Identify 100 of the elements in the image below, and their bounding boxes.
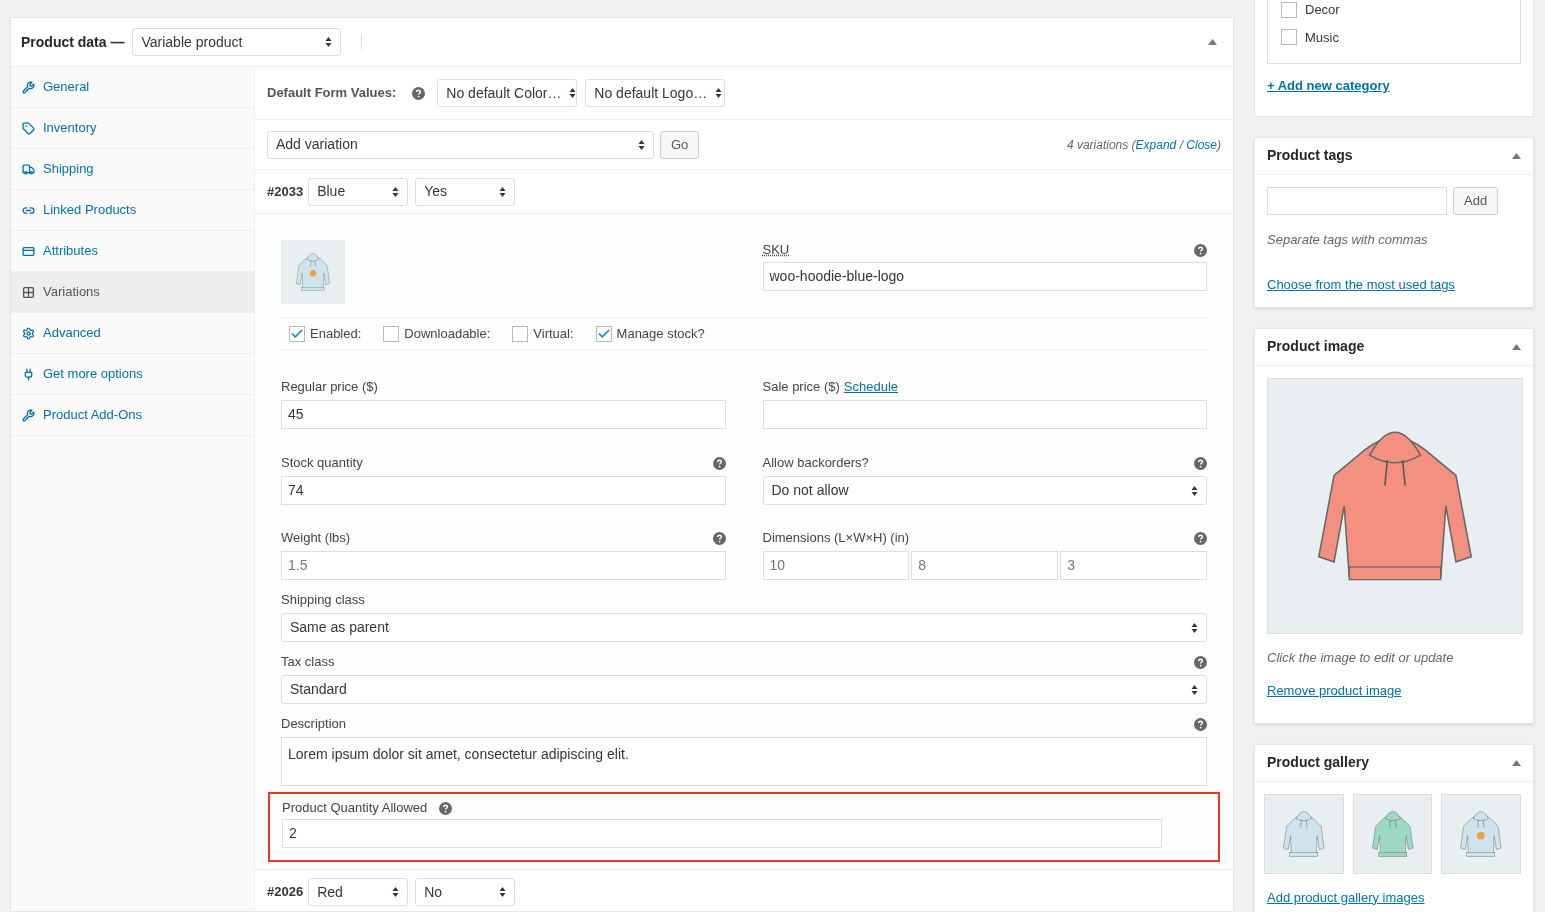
select-field[interactable]: No default Logo…	[585, 79, 726, 107]
tag-input-field[interactable]	[1267, 186, 1447, 215]
checkbox[interactable]	[595, 325, 612, 342]
sidebar-tab[interactable]: General	[11, 67, 254, 108]
input-field[interactable]: 45	[281, 400, 726, 429]
tab-icon	[22, 408, 35, 422]
help-icon[interactable]	[1194, 456, 1207, 470]
tab-icon	[22, 367, 35, 381]
panel-title: Product tags	[1267, 146, 1353, 165]
sidebar-tab[interactable]: Inventory	[11, 108, 254, 149]
add-category-link[interactable]: + Add new category	[1267, 76, 1521, 96]
select-field[interactable]: No	[415, 878, 516, 906]
dropdown-arrows-icon	[392, 185, 400, 198]
checkbox[interactable]	[1281, 1, 1297, 18]
dropdown-arrows-icon	[325, 36, 333, 48]
help-icon[interactable]	[1194, 243, 1207, 257]
category-label: Decor	[1305, 1, 1340, 19]
collapse-arrow-icon[interactable]	[1512, 343, 1521, 350]
checkbox-label: Enabled:	[310, 324, 362, 343]
schedule-link[interactable]: Schedule	[843, 377, 899, 397]
select-field[interactable]: Same as parent	[281, 613, 1207, 642]
checkbox[interactable]	[512, 325, 529, 342]
checkbox-label: Downloadable:	[404, 324, 491, 343]
select-field[interactable]: Red	[308, 878, 409, 906]
variations-count: 4 variations (Expand / Close)	[1066, 136, 1221, 154]
field-label: Dimensions (L×W×H) (in)	[762, 529, 910, 548]
field-label: Allow backorders?	[762, 454, 869, 473]
help-icon[interactable]	[712, 531, 726, 545]
tab-icon	[22, 162, 35, 176]
help-icon[interactable]	[1194, 717, 1207, 731]
remove-image-link[interactable]: Remove product image	[1267, 681, 1521, 701]
category-label: Music	[1305, 28, 1339, 47]
sidebar-tab[interactable]: Get more options	[11, 354, 254, 395]
help-icon[interactable]	[712, 456, 726, 470]
sidebar-tab[interactable]: Linked Products	[11, 190, 254, 231]
close-link[interactable]: Close	[1186, 137, 1217, 152]
description-textarea[interactable]: Lorem ipsum dolor sit amet, consectetur adipiscing elit.	[281, 737, 1207, 786]
variation-id: #2026	[267, 883, 304, 902]
tab-icon	[22, 121, 35, 135]
field-label: Product Quantity Allowed	[282, 799, 428, 818]
panel-title: Product image	[1267, 337, 1365, 356]
image-hint: Click the image to edit or update	[1267, 648, 1455, 667]
field-label: Weight (lbs)	[281, 529, 351, 548]
expand-link[interactable]: Expand	[1135, 137, 1177, 152]
collapse-arrow-icon[interactable]	[1208, 39, 1217, 45]
checkbox-label: Virtual:	[533, 324, 574, 343]
most-used-tags-link[interactable]: Choose from the most used tags	[1267, 275, 1521, 295]
checkbox[interactable]	[383, 325, 400, 342]
select-field[interactable]: Yes	[415, 177, 516, 206]
tab-icon	[22, 285, 35, 299]
help-icon[interactable]	[1194, 655, 1207, 669]
go-button[interactable]: Go	[660, 130, 700, 159]
field-label: Tax class	[281, 653, 335, 672]
dropdown-arrows-icon	[638, 138, 645, 151]
field-label: Stock quantity	[281, 454, 363, 473]
select-field[interactable]: Add variation	[267, 130, 654, 159]
tab-icon	[22, 326, 35, 340]
dropdown-arrows-icon	[499, 185, 507, 198]
sidebar-tab[interactable]: Product Add-Ons	[11, 395, 254, 436]
sidebar-tab[interactable]: Advanced	[11, 313, 254, 354]
input-field[interactable]: 2	[282, 819, 1162, 848]
input-field[interactable]: 1.5	[281, 551, 726, 580]
tags-hint: Separate tags with commas	[1267, 230, 1429, 249]
dropdown-arrows-icon	[1191, 621, 1198, 634]
input-field[interactable]: 74	[281, 476, 726, 505]
add-gallery-link[interactable]: Add product gallery images	[1267, 887, 1521, 907]
variation-id: #2033	[267, 182, 304, 201]
input-field[interactable]: 10	[762, 551, 910, 580]
select-field[interactable]: Variable product	[132, 28, 342, 56]
sidebar-tab[interactable]: Shipping	[11, 149, 254, 190]
field-label: SKU	[762, 241, 790, 260]
dropdown-arrows-icon	[1191, 484, 1198, 497]
field-label: Sale price ($)	[762, 378, 840, 397]
input-field[interactable]: 8	[911, 551, 1059, 580]
sidebar-tab[interactable]: Variations	[11, 272, 254, 313]
tab-icon	[22, 80, 35, 94]
input-field[interactable]	[762, 400, 1207, 429]
checkbox-label: Manage stock?	[616, 324, 705, 343]
dropdown-arrows-icon	[569, 87, 577, 99]
checkbox[interactable]	[1281, 29, 1297, 46]
input-field[interactable]: 3	[1060, 551, 1207, 580]
field-label: Default Form Values:	[267, 84, 397, 103]
panel-title: Product gallery	[1267, 753, 1369, 772]
help-icon[interactable]	[439, 801, 453, 815]
add-tag-button[interactable]: Add	[1453, 186, 1499, 215]
help-icon[interactable]	[412, 86, 426, 100]
tab-icon	[22, 244, 35, 258]
select-field[interactable]: No default Color…	[437, 79, 578, 107]
field-label: Shipping class	[281, 591, 365, 610]
dropdown-arrows-icon	[715, 87, 723, 99]
checkbox[interactable]	[289, 325, 305, 342]
field-label: Regular price ($)	[281, 378, 378, 397]
select-field[interactable]: Standard	[281, 675, 1207, 704]
input-field[interactable]: woo-hoodie-blue-logo	[762, 262, 1207, 291]
collapse-arrow-icon[interactable]	[1512, 152, 1521, 159]
help-icon[interactable]	[1194, 531, 1207, 545]
select-field[interactable]: Blue	[308, 177, 409, 206]
field-label: Description	[281, 715, 347, 734]
collapse-arrow-icon[interactable]	[1512, 759, 1521, 766]
select-field[interactable]: Do not allow	[762, 476, 1207, 505]
